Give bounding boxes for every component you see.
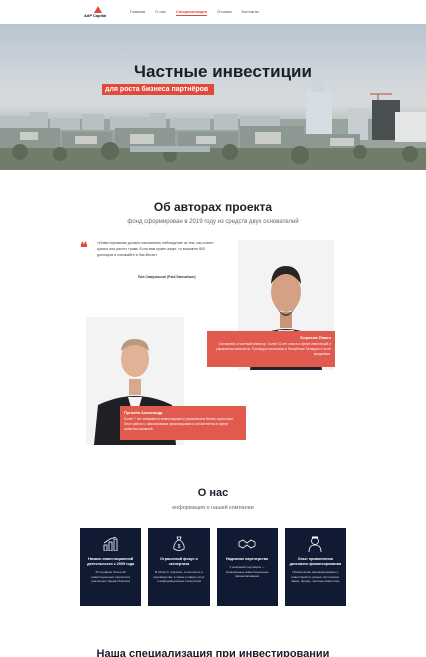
svg-text:$: $ — [177, 544, 180, 550]
money-bag-icon: $ — [173, 536, 185, 551]
hero-subtitle: для роста бизнеса партнёров — [102, 84, 215, 95]
hero-banner: Частные инвестиции для роста бизнеса пар… — [0, 24, 426, 170]
logo[interactable]: AdP Capital — [84, 6, 114, 20]
person2-card: Пугачёв Александр Более 7 лет занимается… — [120, 406, 246, 440]
features-row: Начало инвестиционной деятельности с 200… — [80, 528, 346, 606]
person1-desc: Основатель и частный инвестор. Более 10 … — [216, 342, 331, 356]
feature-title: Начало инвестиционной деятельности с 200… — [87, 557, 135, 566]
feature-desc: У компаний партнёров — проверенные инвес… — [225, 565, 269, 579]
person1-card: Борисов Павел Основатель и частный инвес… — [207, 331, 335, 367]
person2-desc: Более 7 лет занимается инвестициями и уп… — [124, 417, 234, 431]
top-navigation: AdP Capital Главная О нас Специализация … — [0, 0, 426, 24]
feature-title: Опыт привлечения долгового финансировани… — [289, 557, 342, 566]
hero-title: Частные инвестиции — [134, 62, 312, 81]
authors-subtitle: фонд сформирован в 2019 году из средств … — [127, 219, 299, 225]
advisor-icon — [308, 536, 322, 552]
about-subtitle: информация о нашей компании — [172, 505, 254, 511]
menu-item-about[interactable]: О нас — [155, 9, 166, 16]
menu-item-reviews[interactable]: Отзывы — [217, 9, 232, 16]
handshake-icon — [238, 539, 256, 549]
feature-card-partnership[interactable]: Надежное партнерство У компаний партнёро… — [216, 528, 278, 606]
menu-item-specialization[interactable]: Специализация — [175, 9, 207, 16]
specialization-title: Наша специализация при инвестировании — [96, 648, 330, 657]
feature-card-financing[interactable]: Опыт привлечения долгового финансировани… — [284, 528, 346, 606]
menu-item-contacts[interactable]: Контакты — [242, 9, 259, 16]
quote-author: Пол Самуэльсон (Paul Samuelson) — [138, 275, 196, 279]
feature-title: Надежное партнерство — [225, 557, 269, 561]
feature-desc: В области торговли, e-commerce и произво… — [153, 570, 205, 584]
main-menu: Главная О нас Специализация Отзывы Конта… — [130, 9, 259, 16]
quote-icon: ❝ — [80, 240, 88, 256]
feature-card-focus[interactable]: $ Отраслевой фокус и экспертиза В област… — [148, 528, 210, 606]
person1-name: Борисов Павел — [300, 335, 331, 340]
about-title: О нас — [197, 487, 229, 499]
feature-card-experience[interactable]: Начало инвестиционной деятельности с 200… — [80, 528, 142, 606]
person2-name: Пугачёв Александр — [124, 410, 163, 415]
authors-title: Об авторах проекта — [153, 200, 273, 214]
feature-desc: В портфеле более 20 инвестиционных проек… — [91, 570, 131, 584]
menu-item-home[interactable]: Главная — [130, 9, 145, 16]
quote-text: «Инвестирование должно напоминать наблюд… — [97, 241, 214, 257]
feature-title: Отраслевой фокус и экспертиза — [160, 557, 198, 566]
logo-text: AdP Capital — [84, 13, 107, 18]
chart-growth-icon — [103, 537, 118, 551]
feature-desc: Привлечение финансирования и инвестиций … — [291, 570, 340, 584]
logo-icon — [94, 6, 102, 13]
city-skyline-image — [0, 82, 426, 170]
